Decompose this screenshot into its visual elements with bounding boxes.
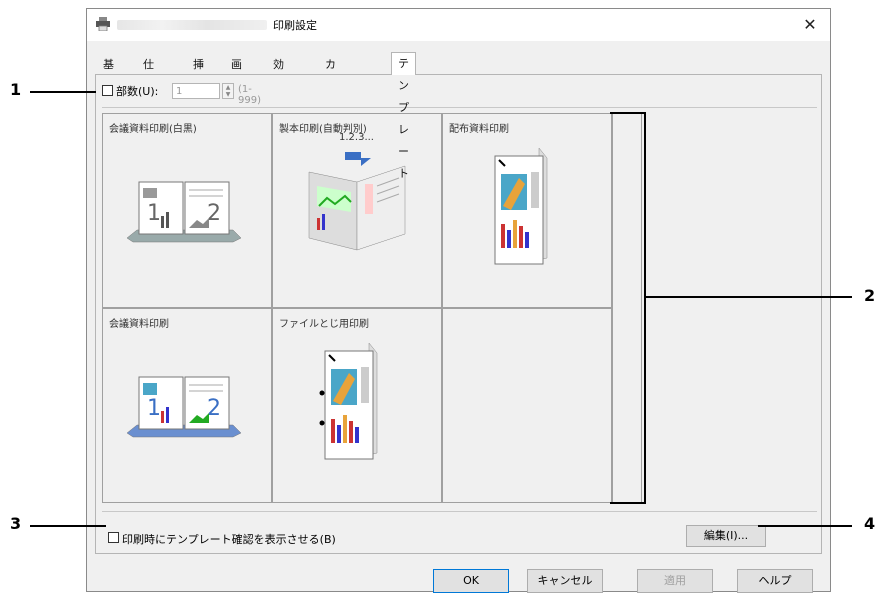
meeting-color-icon: 1 2	[126, 376, 242, 438]
tab-custom[interactable]: カスタム	[319, 56, 342, 125]
title-bar: 印刷設定 ✕	[87, 9, 830, 41]
template-label: ファイルとじ用印刷	[279, 319, 369, 330]
callout-3-line	[30, 525, 106, 527]
template-meeting-bw[interactable]: 会議資料印刷(白黒) 1 2	[102, 113, 272, 308]
copies-input[interactable]: 1	[172, 83, 220, 99]
copies-checkbox[interactable]	[102, 85, 113, 96]
callout-2-line	[646, 296, 852, 298]
template-handout[interactable]: 配布資料印刷	[442, 113, 612, 308]
svg-text:2: 2	[207, 201, 221, 226]
callout-1: 1	[10, 80, 22, 99]
callout-4: 4	[864, 514, 876, 533]
edit-button[interactable]: 編集(I)...	[686, 525, 766, 547]
callout-3: 3	[10, 514, 22, 533]
copies-label: 部数(U):	[116, 85, 159, 98]
callout-4-line	[758, 525, 852, 527]
ok-button[interactable]: OK	[433, 569, 509, 593]
binder-icon	[319, 343, 378, 460]
printer-name-blurred	[117, 20, 267, 30]
svg-text:2: 2	[207, 396, 221, 421]
tab-effects[interactable]: 効果	[267, 56, 290, 89]
template-label: 会議資料印刷	[109, 319, 169, 330]
tab-image-quality[interactable]: 画質	[225, 56, 248, 89]
svg-text:1: 1	[147, 201, 161, 226]
template-label: 会議資料印刷(白黒)	[109, 124, 197, 135]
tab-template[interactable]: テンプレート	[391, 52, 416, 180]
close-button[interactable]: ✕	[798, 13, 822, 37]
svg-text:1: 1	[147, 396, 161, 421]
confirm-label: 印刷時にテンプレート確認を表示させる(B)	[122, 533, 336, 546]
window-title: 印刷設定	[273, 19, 317, 32]
template-booklet[interactable]: 製本印刷(自動判別) 1.2.3...	[272, 113, 442, 308]
template-label: 配布資料印刷	[449, 124, 509, 135]
template-sublabel: 1.2.3...	[339, 132, 374, 143]
callout-2-bracket	[610, 112, 646, 504]
template-binder[interactable]: ファイルとじ用印刷	[272, 308, 442, 503]
cancel-button[interactable]: キャンセル	[527, 569, 603, 593]
tab-basic[interactable]: 基本	[97, 56, 120, 89]
copies-range: (1-999)	[238, 84, 261, 106]
callout-1-line	[30, 91, 96, 93]
handout-icon	[494, 148, 548, 265]
copies-spinner[interactable]: ▲ ▼	[222, 83, 234, 99]
divider-top	[102, 107, 817, 108]
template-meeting-color[interactable]: 会議資料印刷 1 2	[102, 308, 272, 503]
meeting-bw-icon: 1 2	[126, 181, 242, 243]
divider-bottom	[102, 511, 817, 512]
help-button[interactable]: ヘルプ	[737, 569, 813, 593]
printer-icon	[96, 17, 110, 31]
apply-button[interactable]: 適用	[637, 569, 713, 593]
tab-insert[interactable]: 挿入	[187, 56, 210, 89]
callout-2: 2	[864, 286, 876, 305]
confirm-checkbox[interactable]	[108, 532, 119, 543]
template-empty-slot	[442, 308, 612, 503]
template-panel: 部数(U): 1 ▲ ▼ (1-999) 会議資料印刷(白黒) 1 2 製本印刷…	[95, 74, 822, 554]
print-settings-dialog: 印刷設定 ✕ 基本 仕上げ 挿入 画質 効果 カスタム テンプレート 部数(U)…	[86, 8, 831, 593]
tab-finishing[interactable]: 仕上げ	[137, 56, 160, 107]
